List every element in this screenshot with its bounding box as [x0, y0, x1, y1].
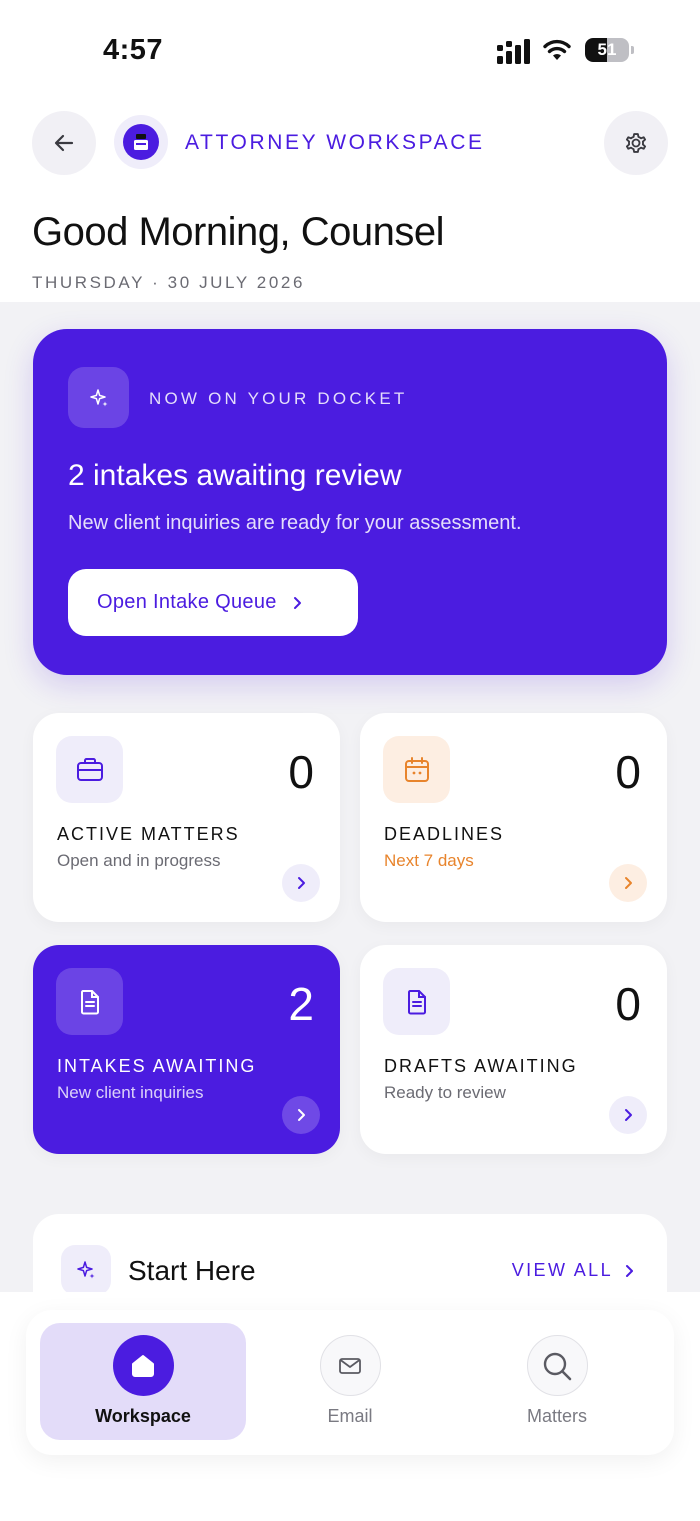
battery-icon: 51: [585, 38, 629, 62]
app-logo: [114, 115, 168, 169]
open-intake-queue-label: Open Intake Queue: [97, 591, 277, 613]
nav-item-email[interactable]: Email: [247, 1323, 453, 1440]
active-matters-subtitle: Open and in progress: [57, 851, 221, 870]
open-intake-queue-button[interactable]: Open Intake Queue: [68, 569, 358, 636]
chevron-right-icon: [625, 1109, 632, 1121]
nav-item-matters[interactable]: Matters: [454, 1323, 660, 1440]
intakes-awaiting-card[interactable]: 2 INTAKES AWAITING New client inquiries: [33, 945, 340, 1154]
chevron-right-icon: [625, 877, 632, 889]
battery-percent: 51: [597, 40, 617, 59]
view-all-label: VIEW ALL: [511, 1260, 613, 1280]
settings-button[interactable]: [604, 111, 668, 175]
hero-kicker: NOW ON YOUR DOCKET: [149, 389, 408, 408]
battery-cap: [631, 46, 634, 54]
gear-icon: [625, 133, 647, 153]
chevron-right-icon: [298, 877, 305, 889]
home-icon: [132, 1354, 154, 1377]
start-here-title: Start Here: [128, 1255, 256, 1286]
mail-icon: [339, 1357, 361, 1374]
document-badge: [383, 968, 450, 1035]
mail-badge: [319, 1335, 381, 1396]
docket-hero-card: NOW ON YOUR DOCKET 2 intakes awaiting re…: [33, 329, 667, 675]
sparkle-badge: [61, 1245, 111, 1295]
drafts-awaiting-label: DRAFTS AWAITING: [384, 1056, 578, 1076]
nav-label-workspace: Workspace: [95, 1406, 191, 1426]
briefcase-icon: [76, 757, 103, 781]
chevron-right-icon: [291, 596, 303, 610]
sparkle-icon: [77, 1261, 95, 1279]
briefcase-badge: [56, 736, 123, 803]
intakes-awaiting-subtitle: New client inquiries: [57, 1083, 204, 1102]
deadlines-subtitle: Next 7 days: [384, 851, 474, 870]
intakes-awaiting-count: 2: [288, 978, 314, 1030]
active-matters-count: 0: [288, 746, 314, 798]
status-time: 4:57: [103, 34, 164, 66]
sparkle-icon: [89, 388, 107, 406]
active-matters-arrow[interactable]: [282, 864, 320, 902]
greeting-heading: Good Morning, Counsel: [32, 210, 444, 254]
nav-label-email: Email: [327, 1406, 373, 1426]
sparkle-badge: [68, 367, 129, 428]
active-matters-card[interactable]: 0 ACTIVE MATTERS Open and in progress: [33, 713, 340, 922]
deadlines-card[interactable]: 0 DEADLINES Next 7 days: [360, 713, 667, 922]
date-label: THURSDAY · 30 JULY 2026: [32, 273, 306, 292]
bottom-nav: Workspace Email Matters: [26, 1310, 674, 1455]
chevron-right-icon: [623, 1264, 635, 1278]
drafts-awaiting-arrow[interactable]: [609, 1096, 647, 1134]
drafts-awaiting-subtitle: Ready to review: [384, 1083, 506, 1102]
deadlines-count: 0: [615, 746, 641, 798]
active-matters-label: ACTIVE MATTERS: [57, 824, 240, 844]
home-badge: [112, 1335, 174, 1396]
cellular-signal-icon: [497, 39, 530, 64]
back-button[interactable]: [32, 111, 96, 175]
calendar-badge: [383, 736, 450, 803]
deadlines-arrow[interactable]: [609, 864, 647, 902]
logo-mark: [123, 124, 159, 160]
nav-item-workspace[interactable]: Workspace: [40, 1323, 246, 1440]
workspace-title: ATTORNEY WORKSPACE: [185, 131, 485, 154]
document-icon: [407, 989, 426, 1014]
deadlines-label: DEADLINES: [384, 824, 505, 844]
chevron-right-icon: [298, 1109, 305, 1121]
intakes-awaiting-label: INTAKES AWAITING: [57, 1056, 257, 1076]
intakes-awaiting-arrow[interactable]: [282, 1096, 320, 1134]
docket-logo-icon: [134, 134, 148, 150]
drafts-awaiting-count: 0: [615, 978, 641, 1030]
calendar-icon: [404, 756, 429, 782]
wifi-icon: [543, 39, 571, 60]
document-badge: [56, 968, 123, 1035]
view-all-link[interactable]: VIEW ALL: [512, 1260, 635, 1281]
search-badge: [526, 1335, 588, 1396]
search-icon: [543, 1352, 572, 1380]
document-icon: [80, 989, 99, 1014]
hero-subtitle: New client inquiries are ready for your …: [68, 512, 522, 534]
arrow-left-icon: [54, 134, 74, 152]
drafts-awaiting-card[interactable]: 0 DRAFTS AWAITING Ready to review: [360, 945, 667, 1154]
hero-title: 2 intakes awaiting review: [68, 459, 402, 492]
nav-label-matters: Matters: [526, 1406, 587, 1426]
